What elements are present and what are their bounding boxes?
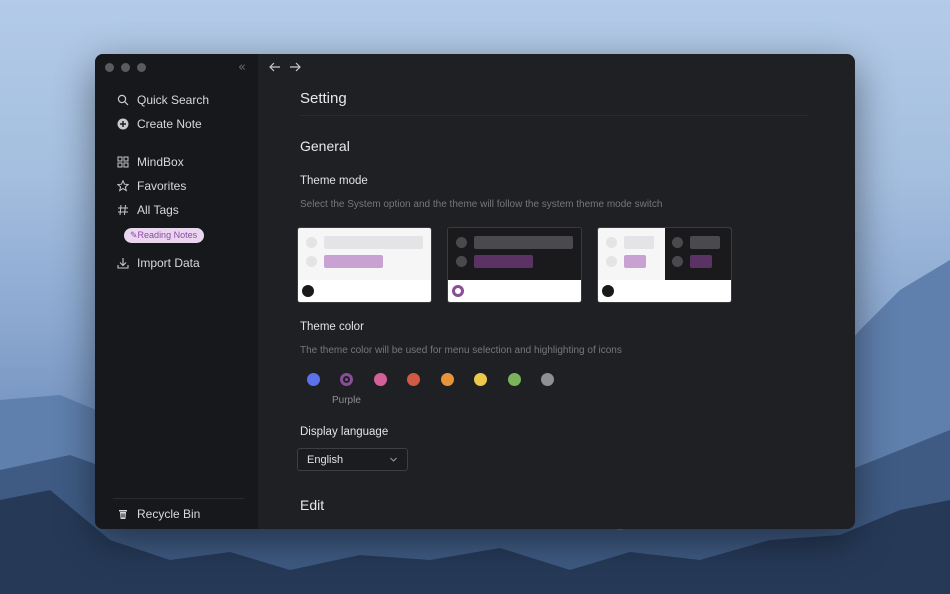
- window-controls: [105, 63, 146, 72]
- tag-label: Reading Notes: [137, 230, 198, 240]
- color-swatch-red[interactable]: [407, 373, 420, 386]
- section-general-heading: General: [300, 138, 350, 154]
- theme-color-description: The theme color will be used for menu se…: [300, 345, 622, 356]
- sidebar-item-label: MindBox: [137, 155, 184, 169]
- language-select[interactable]: English: [297, 448, 408, 471]
- theme-light-radio[interactable]: [302, 285, 314, 297]
- collapse-sidebar-icon[interactable]: «: [238, 60, 246, 75]
- theme-color-label: Theme color: [300, 321, 364, 333]
- trash-icon: [119, 510, 127, 519]
- sidebar-item-label: Import Data: [137, 256, 200, 270]
- color-swatch-gray[interactable]: [541, 373, 554, 386]
- back-arrow-icon[interactable]: [269, 61, 281, 73]
- color-swatch-purple[interactable]: [340, 373, 353, 386]
- forward-arrow-icon[interactable]: [289, 61, 301, 73]
- search-icon: [117, 94, 129, 106]
- language-select-value: English: [307, 453, 344, 466]
- sidebar-item-favorites[interactable]: Favorites: [117, 177, 186, 195]
- selected-color-name: Purple: [332, 395, 361, 406]
- theme-mode-label: Theme mode: [300, 175, 368, 187]
- color-swatch-green[interactable]: [508, 373, 521, 386]
- theme-option-dark[interactable]: [447, 227, 582, 303]
- color-swatch-orange[interactable]: [441, 373, 454, 386]
- page-title: Setting: [300, 90, 347, 107]
- theme-mode-description: Select the System option and the theme w…: [300, 199, 663, 210]
- display-language-label: Display language: [300, 426, 389, 438]
- history-navigation: [269, 61, 301, 73]
- color-swatch-blue[interactable]: [307, 373, 320, 386]
- sidebar-item-label: Recycle Bin: [137, 507, 201, 521]
- app-window: « Quick Search Create Note MindBox Favor…: [95, 54, 855, 529]
- sidebar-item-create-note[interactable]: Create Note: [117, 115, 202, 133]
- color-swatch-yellow[interactable]: [474, 373, 487, 386]
- section-edit-heading: Edit: [300, 497, 325, 513]
- download-icon: [117, 258, 129, 269]
- sidebar-item-import-data[interactable]: Import Data: [117, 254, 200, 272]
- sidebar-item-recycle-bin[interactable]: Recycle Bin: [117, 505, 200, 523]
- settings-panel: Setting General Theme mode Select the Sy…: [258, 54, 855, 529]
- color-swatch-pink[interactable]: [374, 373, 387, 386]
- sidebar-item-label: Favorites: [137, 179, 187, 193]
- sidebar: « Quick Search Create Note MindBox Favor…: [95, 54, 258, 529]
- chevron-down-icon: [390, 457, 397, 462]
- sidebar-item-mindbox[interactable]: MindBox: [117, 153, 184, 171]
- sidebar-item-label: Create Note: [137, 117, 202, 131]
- grid-icon: [117, 156, 129, 168]
- sidebar-item-all-tags[interactable]: All Tags: [117, 201, 179, 219]
- hash-icon: [118, 204, 128, 216]
- star-icon: [117, 180, 129, 192]
- close-window-button[interactable]: [105, 63, 114, 72]
- sidebar-item-label: All Tags: [137, 203, 179, 217]
- theme-dark-radio[interactable]: [452, 285, 464, 297]
- theme-option-light[interactable]: [297, 227, 432, 303]
- theme-option-system[interactable]: [597, 227, 732, 303]
- sidebar-item-label: Quick Search: [137, 93, 210, 107]
- zoom-window-button[interactable]: [137, 63, 146, 72]
- minimize-window-button[interactable]: [121, 63, 130, 72]
- sidebar-divider: [113, 498, 244, 499]
- theme-system-radio[interactable]: [602, 285, 614, 297]
- plus-circle-icon: [117, 118, 129, 130]
- title-divider: [300, 115, 808, 116]
- pencil-icon: ✎: [130, 230, 138, 240]
- sidebar-item-quick-search[interactable]: Quick Search: [117, 91, 209, 109]
- tag-reading-notes[interactable]: ✎Reading Notes: [124, 228, 205, 243]
